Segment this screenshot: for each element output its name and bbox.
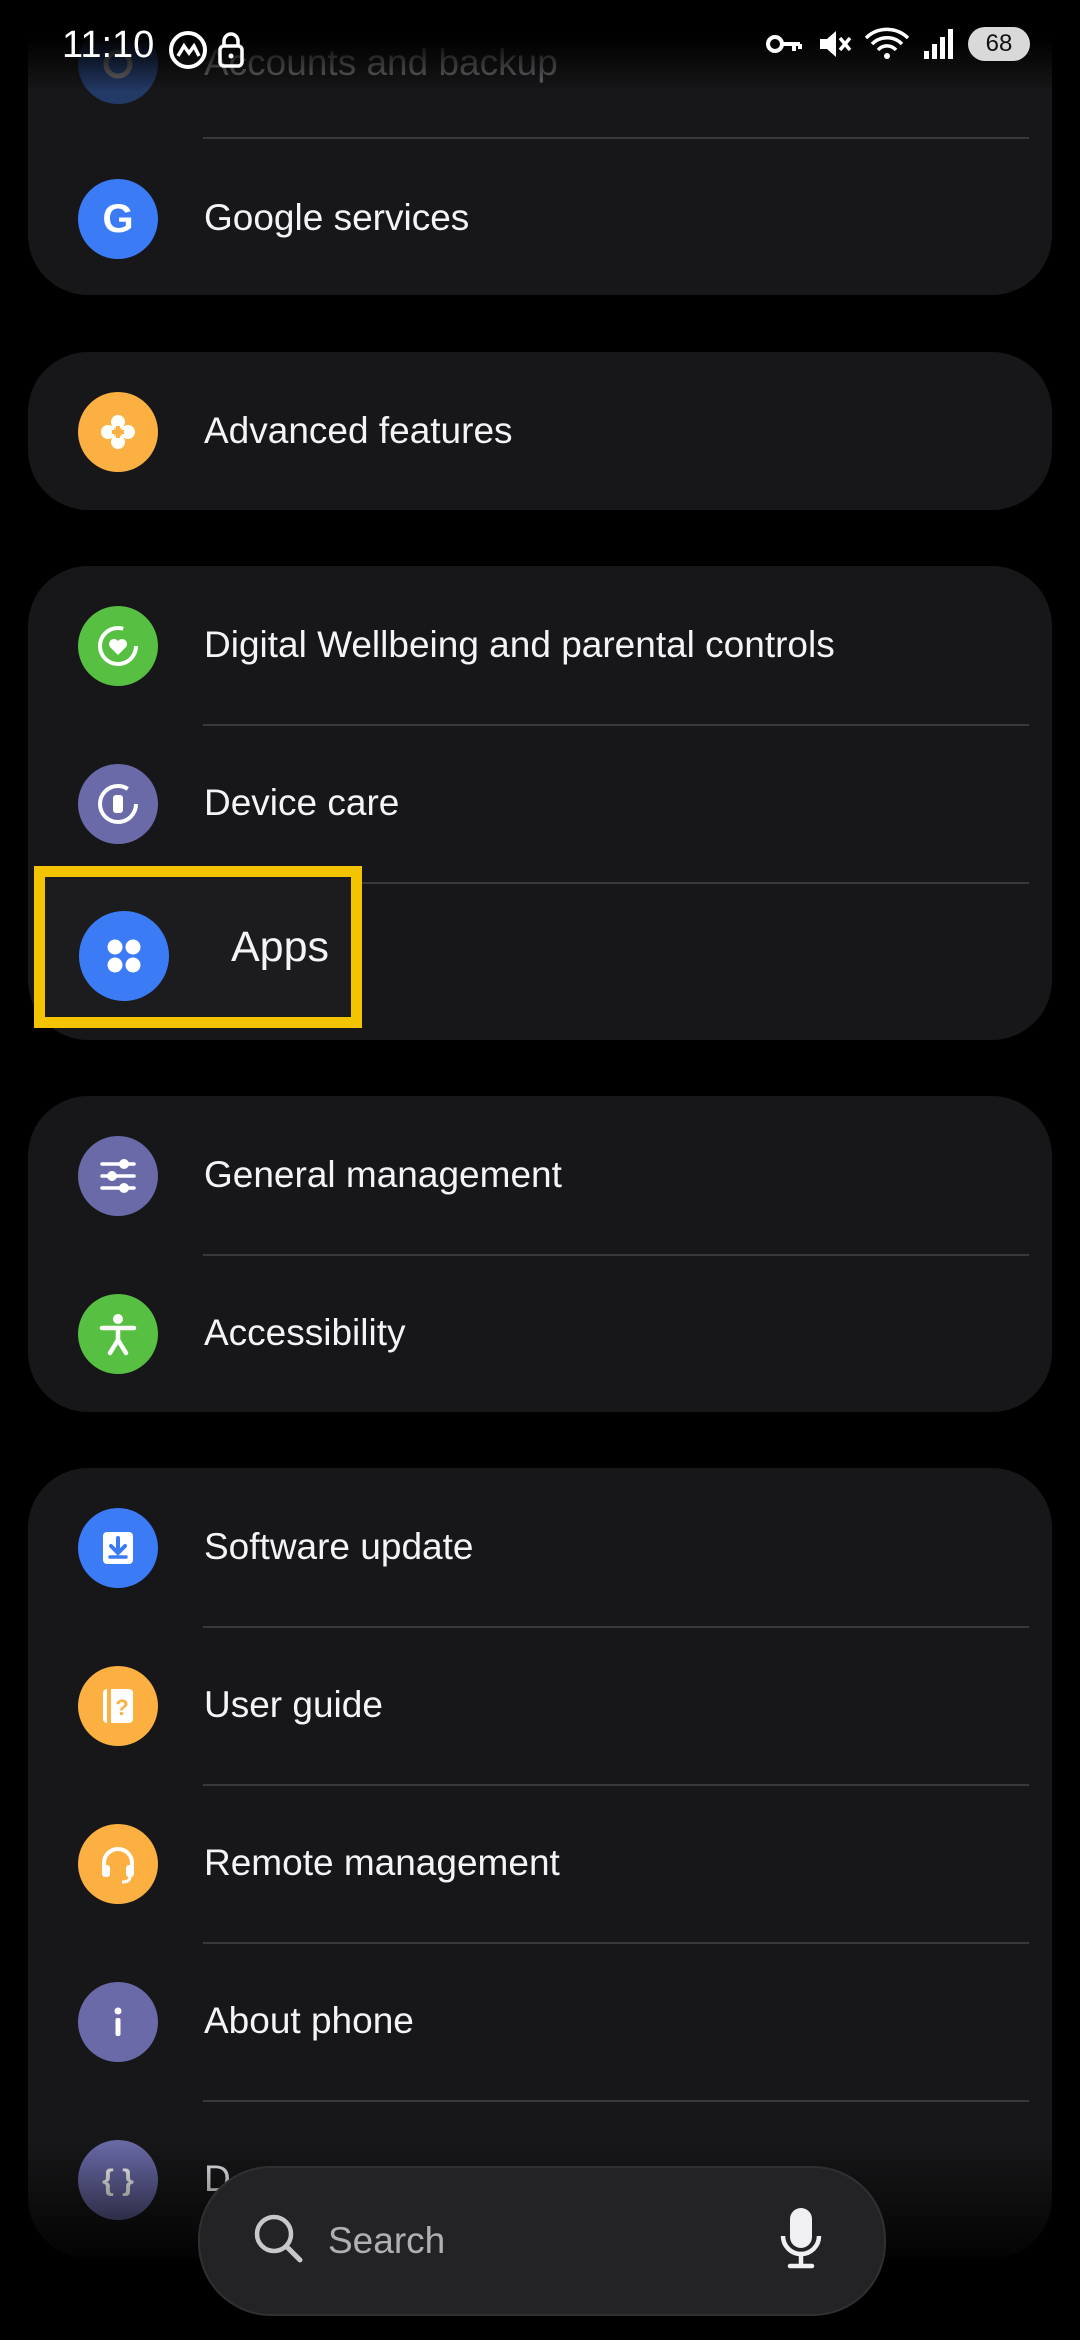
settings-item-label: Digital Wellbeing and parental controls bbox=[204, 624, 835, 665]
microphone-icon[interactable] bbox=[776, 2204, 826, 2279]
user-guide-icon: ? bbox=[78, 1666, 158, 1746]
accessibility-icon bbox=[78, 1294, 158, 1374]
settings-item-label: Advanced features bbox=[204, 410, 513, 451]
settings-item-google-services[interactable]: G Google services bbox=[28, 139, 1052, 295]
headset-icon bbox=[78, 1824, 158, 1904]
settings-item-label: Software update bbox=[204, 1526, 474, 1567]
google-icon: G bbox=[78, 179, 158, 259]
status-bar: 11:10 68 bbox=[0, 0, 1080, 92]
settings-item-label: General management bbox=[204, 1154, 562, 1195]
search-icon bbox=[250, 2210, 310, 2275]
digital-wellbeing-icon bbox=[78, 606, 158, 686]
apps-highlight-label: Apps bbox=[231, 923, 330, 971]
settings-item-label: Accessibility bbox=[204, 1312, 406, 1353]
general-management-icon bbox=[78, 1136, 158, 1216]
notification-app-icon bbox=[169, 31, 207, 69]
info-icon bbox=[78, 1982, 158, 2062]
vpn-key-icon bbox=[766, 35, 802, 53]
lock-icon bbox=[218, 32, 244, 68]
settings-item-label: About phone bbox=[204, 2000, 414, 2041]
advanced-features-icon bbox=[78, 392, 158, 472]
wifi-icon bbox=[864, 27, 910, 59]
settings-group-general: General management Accessibility bbox=[28, 1096, 1052, 1412]
settings-item-label: Remote management bbox=[204, 1842, 560, 1883]
settings-item-label: User guide bbox=[204, 1684, 383, 1725]
status-right-icons: 68 bbox=[764, 26, 1030, 62]
settings-item-digital-wellbeing[interactable]: Digital Wellbeing and parental controls bbox=[28, 566, 1052, 724]
settings-item-label: Device care bbox=[204, 782, 400, 823]
status-left-icons bbox=[166, 28, 246, 77]
apps-icon bbox=[79, 911, 169, 1001]
settings-group-advanced: Advanced features bbox=[28, 352, 1052, 510]
settings-item-software-update[interactable]: Software update bbox=[28, 1468, 1052, 1626]
settings-item-remote-management[interactable]: Remote management bbox=[28, 1784, 1052, 1942]
battery-indicator: 68 bbox=[968, 27, 1030, 61]
settings-item-advanced-features[interactable]: Advanced features bbox=[28, 352, 1052, 510]
signal-icon bbox=[924, 29, 953, 59]
device-care-icon bbox=[78, 764, 158, 844]
settings-item-general-management[interactable]: General management bbox=[28, 1096, 1052, 1254]
settings-item-label: Google services bbox=[204, 197, 470, 238]
svg-text:G: G bbox=[102, 197, 133, 241]
apps-highlight-box[interactable]: Apps bbox=[34, 866, 362, 1028]
status-time: 11:10 bbox=[62, 24, 155, 66]
search-placeholder: Search bbox=[328, 2220, 446, 2261]
software-update-icon bbox=[78, 1508, 158, 1588]
settings-item-device-care[interactable]: Device care bbox=[28, 724, 1052, 882]
svg-text:?: ? bbox=[115, 1695, 128, 1720]
settings-item-about-phone[interactable]: About phone bbox=[28, 1942, 1052, 2100]
settings-item-accessibility[interactable]: Accessibility bbox=[28, 1254, 1052, 1412]
search-bar[interactable]: Search bbox=[198, 2166, 886, 2316]
mute-icon bbox=[820, 31, 852, 57]
settings-item-user-guide[interactable]: ? User guide bbox=[28, 1626, 1052, 1784]
